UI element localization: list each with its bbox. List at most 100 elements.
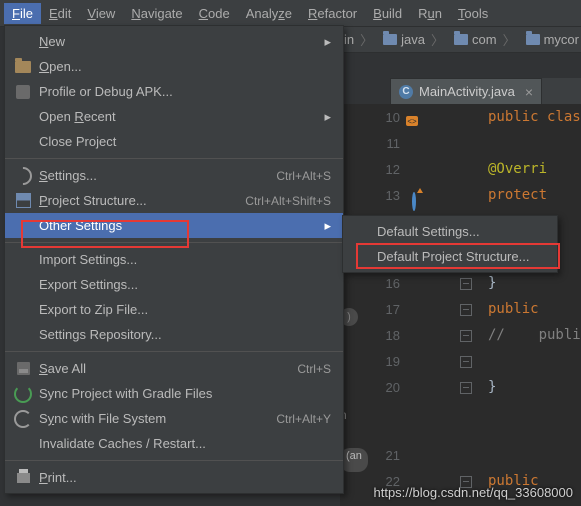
- menu-item-label: Settings...: [39, 168, 276, 183]
- menu-item-label: Sync Project with Gradle Files: [39, 386, 331, 401]
- editor-tab-bar: C MainActivity.java ×: [390, 78, 581, 104]
- code-text: public: [488, 301, 539, 317]
- menu-build[interactable]: Build: [365, 3, 410, 24]
- menu-item-label: Export Settings...: [39, 277, 331, 292]
- crumb-item[interactable]: mycor: [522, 32, 581, 47]
- blank-icon: [13, 302, 33, 318]
- folder-icon: [383, 34, 397, 45]
- menu-navigate[interactable]: Navigate: [123, 3, 190, 24]
- submenu-arrow-icon: ▸: [324, 34, 331, 50]
- menu-refactor[interactable]: Refactor: [300, 3, 365, 24]
- menu-item-invalidate-caches-restart[interactable]: Invalidate Caches / Restart...: [5, 431, 343, 456]
- menu-item-label: Invalidate Caches / Restart...: [39, 436, 331, 451]
- menu-item-label: Settings Repository...: [39, 327, 331, 342]
- menu-code[interactable]: Code: [191, 3, 238, 24]
- fold-toggle-icon[interactable]: [460, 304, 472, 316]
- crumb-item[interactable]: com〉: [450, 30, 522, 49]
- line-number: 11: [340, 136, 418, 151]
- line-number: 19: [340, 354, 418, 369]
- menu-item-label: Close Project: [39, 134, 331, 149]
- blank-icon: [13, 34, 33, 50]
- code-line: 21: [340, 442, 581, 468]
- class-icon: C: [399, 85, 413, 99]
- menu-item-new[interactable]: New ▸: [5, 29, 343, 54]
- fold-toggle-icon[interactable]: [460, 382, 472, 394]
- close-icon[interactable]: ×: [525, 84, 533, 100]
- code-line: 11: [340, 130, 581, 156]
- menu-item-label: New: [39, 34, 318, 49]
- code-line: 16}: [340, 270, 581, 296]
- fold-toggle-icon[interactable]: [460, 356, 472, 368]
- line-number: 13: [340, 188, 418, 203]
- crumb-item[interactable]: java〉: [379, 30, 450, 49]
- code-line: 13 protect: [340, 182, 581, 208]
- fold-toggle-icon[interactable]: [460, 330, 472, 342]
- menu-item-other-settings[interactable]: Other Settings ▸: [5, 213, 343, 238]
- shortcut-label: Ctrl+Alt+S: [276, 169, 331, 183]
- menu-item-label: Sync with File System: [39, 411, 276, 426]
- code-text: @Overri: [488, 161, 547, 177]
- code-editor[interactable]: 10<> public clas 11 12 @Overri 13 protect 16}17…: [340, 104, 581, 506]
- default-project-structure[interactable]: Default Project Structure...: [343, 244, 557, 269]
- fold-toggle-icon[interactable]: [460, 278, 472, 290]
- blank-icon: [13, 134, 33, 150]
- menu-item-project-structure[interactable]: Project Structure...Ctrl+Alt+Shift+S: [5, 188, 343, 213]
- menu-item-sync-with-file-system[interactable]: Sync with File SystemCtrl+Alt+Y: [5, 406, 343, 431]
- menu-item-label: Open Recent: [39, 109, 318, 124]
- default-settings[interactable]: Default Settings...: [343, 219, 557, 244]
- menu-tools[interactable]: Tools: [450, 3, 496, 24]
- menu-item-profile-or-debug-apk[interactable]: Profile or Debug APK...: [5, 79, 343, 104]
- menu-item-settings-repository[interactable]: Settings Repository...: [5, 322, 343, 347]
- print-icon: [13, 470, 33, 486]
- menu-item-label: Print...: [39, 470, 331, 485]
- struct-icon: [13, 193, 33, 209]
- watermark: https://blog.csdn.net/qq_33608000: [374, 485, 574, 500]
- blank-icon: [13, 277, 33, 293]
- disk-icon: [13, 361, 33, 377]
- menu-item-import-settings[interactable]: Import Settings...: [5, 247, 343, 272]
- folder-icon: [526, 34, 540, 45]
- menu-item-label: Profile or Debug APK...: [39, 84, 331, 99]
- line-number: 10<>: [340, 110, 418, 125]
- shortcut-label: Ctrl+S: [297, 362, 331, 376]
- menu-item-sync-project-with-gradle-files[interactable]: Sync Project with Gradle Files: [5, 381, 343, 406]
- crumb-item[interactable]: in〉: [340, 30, 379, 49]
- menu-item-print[interactable]: Print...: [5, 465, 343, 490]
- line-number: 12: [340, 162, 418, 177]
- tab-mainactivity[interactable]: C MainActivity.java ×: [390, 78, 542, 104]
- svg-text:<>: <>: [407, 117, 417, 126]
- menu-item-export-settings[interactable]: Export Settings...: [5, 272, 343, 297]
- code-line: 20}: [340, 374, 581, 400]
- menu-item-settings[interactable]: Settings...Ctrl+Alt+S: [5, 163, 343, 188]
- menu-analyze[interactable]: Analyze: [238, 3, 300, 24]
- menu-item-label: Project Structure...: [39, 193, 245, 208]
- apk-icon: [13, 84, 33, 100]
- shortcut-label: Ctrl+Alt+Shift+S: [245, 194, 331, 208]
- menu-item-export-to-zip-file[interactable]: Export to Zip File...: [5, 297, 343, 322]
- submenu-arrow-icon: ▸: [324, 218, 331, 234]
- code-line: 17public: [340, 296, 581, 322]
- menu-item-close-project[interactable]: Close Project: [5, 129, 343, 154]
- menu-item-label: Save All: [39, 361, 297, 376]
- menu-item-label: Other Settings: [39, 218, 318, 233]
- code-text: public clas: [488, 109, 581, 125]
- code-line: 10<> public clas: [340, 104, 581, 130]
- breadcrumb: in〉 java〉 com〉 mycor: [340, 26, 581, 53]
- sync-icon: [13, 386, 33, 402]
- menu-item-open-recent[interactable]: Open Recent ▸: [5, 104, 343, 129]
- menu-edit[interactable]: Edit: [41, 3, 79, 24]
- menu-item-label: Open...: [39, 59, 331, 74]
- file-menu-dropdown: New ▸ Open... Profile or Debug APK... Open R…: [4, 25, 344, 494]
- menu-item-save-all[interactable]: Save AllCtrl+S: [5, 356, 343, 381]
- submenu-arrow-icon: ▸: [324, 109, 331, 125]
- line-number: 20: [340, 380, 418, 395]
- code-text: protect: [488, 187, 547, 203]
- menu-view[interactable]: View: [79, 3, 123, 24]
- folder-icon: [454, 34, 468, 45]
- menu-item-open[interactable]: Open...: [5, 54, 343, 79]
- menu-item-label: Import Settings...: [39, 252, 331, 267]
- menu-file[interactable]: File: [4, 3, 41, 24]
- other-settings-submenu: Default Settings... Default Project Stru…: [342, 215, 558, 273]
- menu-run[interactable]: Run: [410, 3, 450, 24]
- tab-label: MainActivity.java: [419, 84, 515, 99]
